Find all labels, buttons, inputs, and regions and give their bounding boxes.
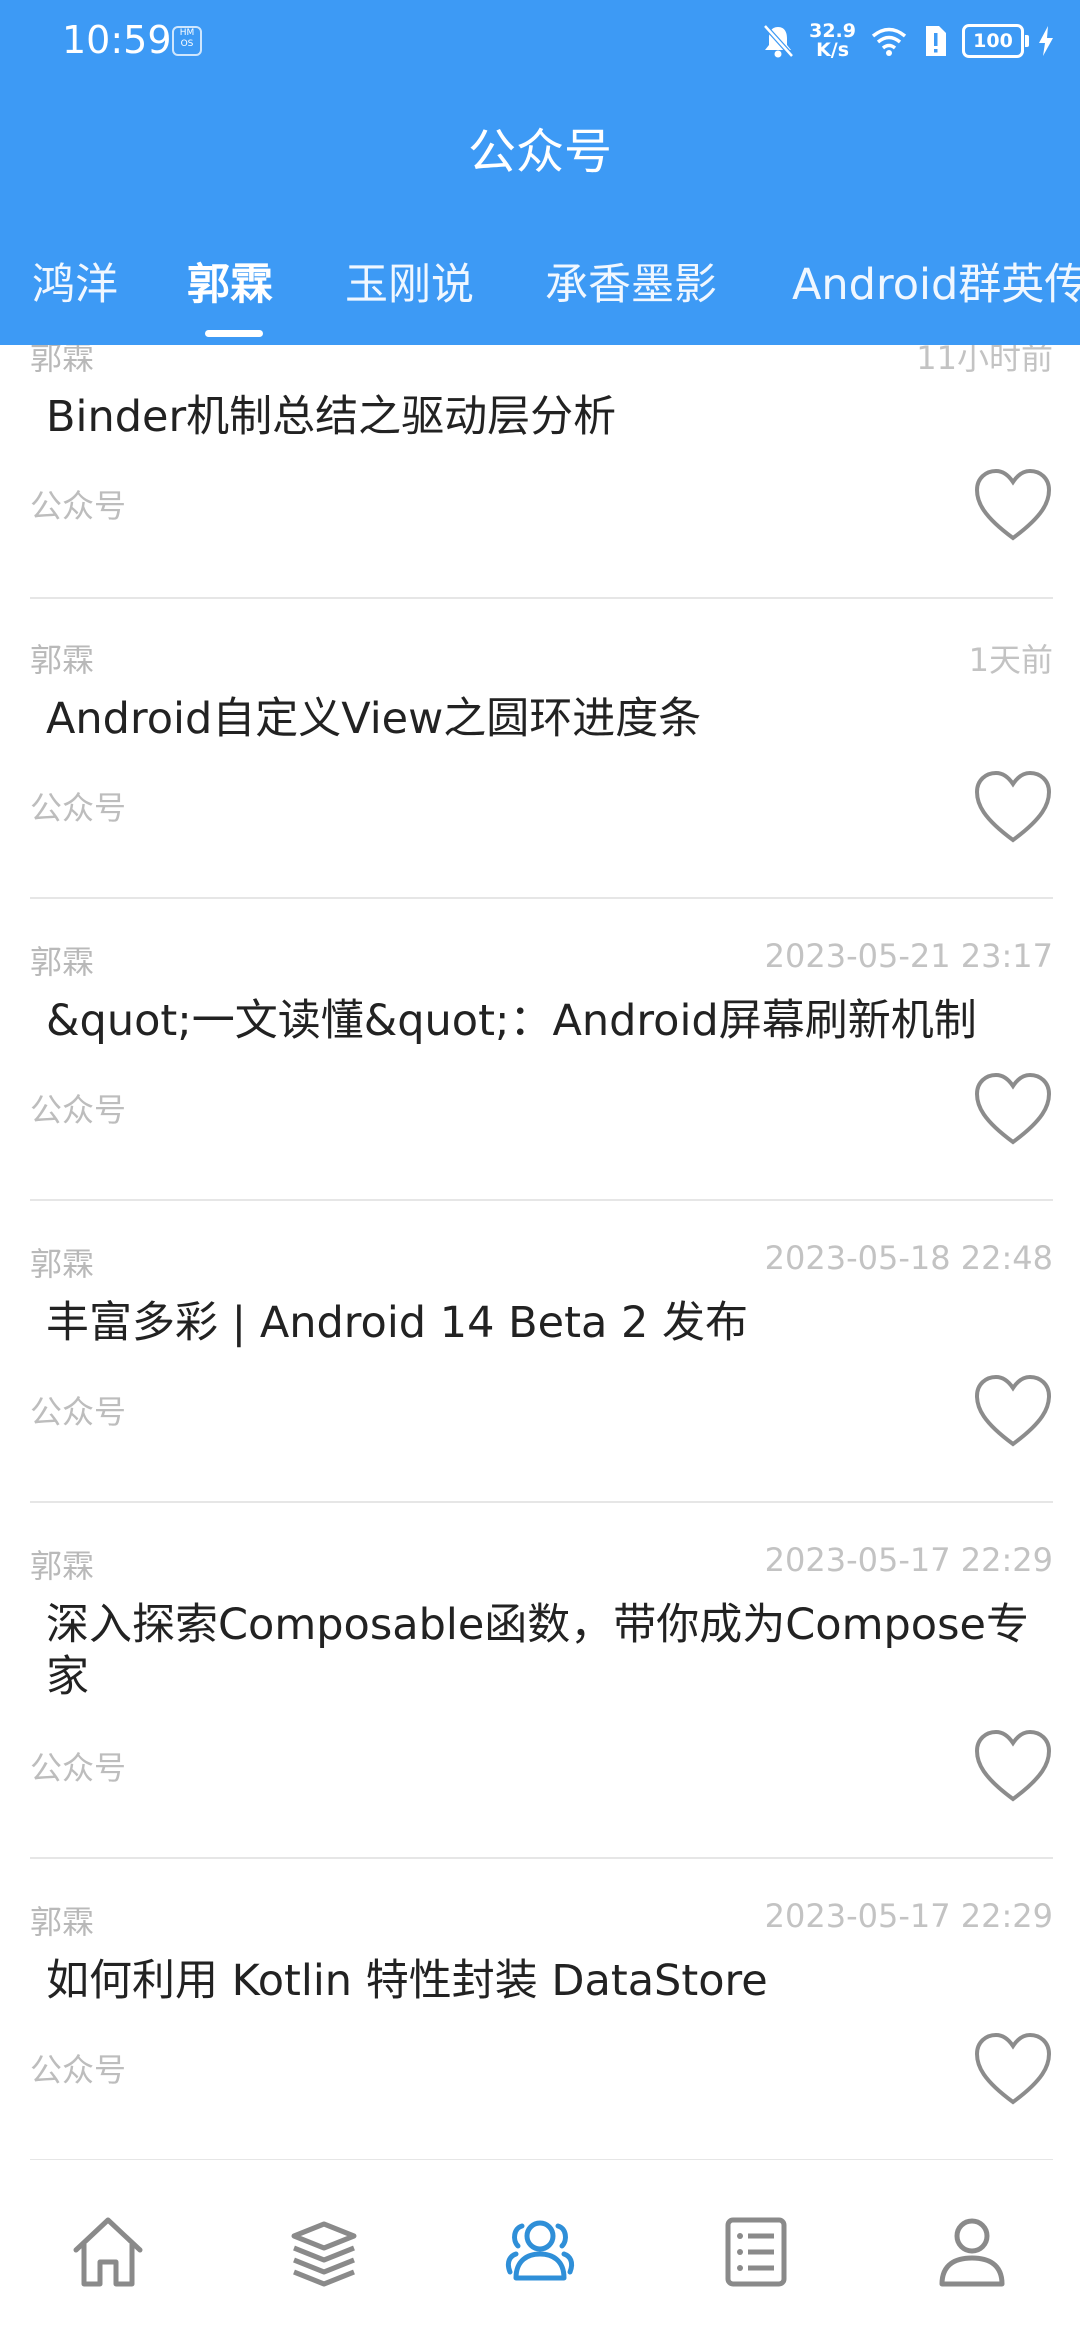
bell-off-icon — [763, 24, 794, 58]
article-time: 2023-05-17 22:29 — [764, 1541, 1053, 1579]
article-item[interactable]: 郭霖 2023-05-17 22:29 深入探索Composable函数，带你成… — [30, 1503, 1053, 1859]
status-time: 10:59 — [62, 18, 172, 62]
home-icon[interactable] — [68, 2212, 148, 2292]
article-item[interactable]: 郭霖 2023-05-21 23:17 &quot;一文读懂&quot;：And… — [30, 899, 1053, 1201]
heart-icon[interactable] — [973, 1072, 1053, 1148]
heart-icon[interactable] — [973, 1374, 1053, 1450]
network-speed: 32.9 K/s — [809, 22, 856, 60]
active-tab-indicator — [205, 330, 263, 337]
article-time: 2023-05-21 23:17 — [764, 937, 1053, 975]
bottom-navigation — [0, 2160, 1080, 2340]
article-item[interactable]: 郭霖 2023-05-18 22:48 丰富多彩 | Android 14 Be… — [30, 1201, 1053, 1503]
speed-unit: K/s — [816, 39, 850, 61]
heart-icon[interactable] — [973, 2032, 1053, 2108]
layers-icon[interactable] — [284, 2212, 364, 2292]
article-title[interactable]: Binder机制总结之驱动层分析 — [46, 391, 1033, 443]
article-item[interactable]: 郭霖 1天前 Android自定义View之圆环进度条 公众号 — [30, 597, 1053, 899]
article-category: 公众号 — [30, 1749, 127, 1787]
profile-icon[interactable] — [932, 2212, 1012, 2292]
heart-icon[interactable] — [973, 468, 1053, 544]
article-title[interactable]: &quot;一文读懂&quot;：Android屏幕刷新机制 — [46, 995, 1033, 1047]
article-list[interactable]: 郭霖 11小时前 Binder机制总结之驱动层分析 公众号 郭霖 1天前 And… — [0, 345, 1080, 2160]
article-item[interactable]: 郭霖 2023-05-17 22:29 如何利用 Kotlin 特性封装 Dat… — [30, 1859, 1053, 2160]
category-tabs: 鸿洋 郭霖 玉刚说 承香墨影 Android群英传 — [0, 240, 1080, 345]
wifi-icon — [871, 27, 907, 56]
article-category: 公众号 — [30, 1393, 127, 1431]
tab-android-qunyingzhuan[interactable]: Android群英传 — [792, 250, 1080, 312]
article-author: 郭霖 — [30, 1903, 95, 1941]
article-time: 1天前 — [968, 641, 1053, 679]
charging-icon — [1039, 26, 1053, 56]
article-title[interactable]: 如何利用 Kotlin 特性封装 DataStore — [46, 1955, 1033, 2007]
article-author: 郭霖 — [30, 1547, 95, 1585]
article-time: 11小时前 — [916, 345, 1053, 377]
hmos-badge-icon: HM OS — [172, 26, 202, 56]
status-bar: 10:59 HM OS 32.9 K/s 100 — [0, 0, 1080, 80]
article-author: 郭霖 — [30, 1245, 95, 1283]
article-title[interactable]: Android自定义View之圆环进度条 — [46, 693, 1033, 745]
article-category: 公众号 — [30, 2051, 127, 2089]
tab-yugangshuo[interactable]: 玉刚说 — [345, 250, 474, 312]
app-header: 10:59 HM OS 32.9 K/s 100 公众号 鸿洋 郭霖 玉刚说 承… — [0, 0, 1080, 345]
article-category: 公众号 — [30, 487, 127, 525]
list-icon[interactable] — [716, 2212, 796, 2292]
article-title[interactable]: 深入探索Composable函数，带你成为Compose专家 — [46, 1599, 1033, 1703]
page-title: 公众号 — [467, 124, 612, 180]
article-category: 公众号 — [30, 789, 127, 827]
sim-alert-icon — [926, 26, 946, 56]
article-author: 郭霖 — [30, 943, 95, 981]
status-icons: 32.9 K/s 100 — [761, 18, 1054, 64]
heart-icon[interactable] — [973, 770, 1053, 846]
battery-indicator: 100 — [962, 24, 1029, 58]
article-author: 郭霖 — [30, 641, 95, 679]
article-time: 2023-05-17 22:29 — [764, 1897, 1053, 1935]
tab-guolin[interactable]: 郭霖 — [187, 250, 273, 312]
article-author: 郭霖 — [30, 345, 95, 377]
tab-chengxiangmoying[interactable]: 承香墨影 — [545, 250, 717, 312]
article-title[interactable]: 丰富多彩 | Android 14 Beta 2 发布 — [46, 1297, 1033, 1349]
article-time: 2023-05-18 22:48 — [764, 1239, 1053, 1277]
article-item[interactable]: 郭霖 11小时前 Binder机制总结之驱动层分析 公众号 — [30, 345, 1053, 599]
article-category: 公众号 — [30, 1091, 127, 1129]
tab-hongyang[interactable]: 鸿洋 — [32, 250, 118, 312]
users-icon[interactable] — [500, 2212, 580, 2292]
heart-icon[interactable] — [973, 1729, 1053, 1805]
